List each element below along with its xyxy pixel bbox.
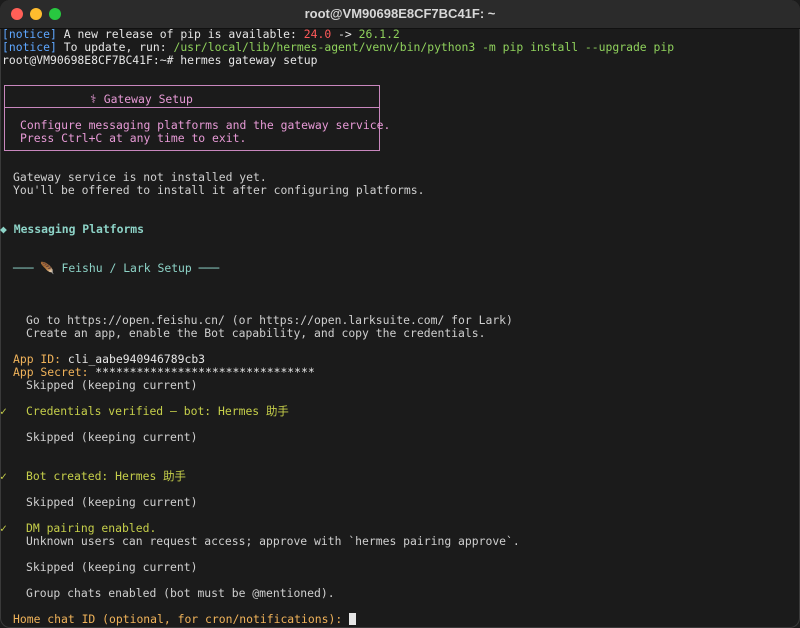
banner-line-2: Press Ctrl+C at any time to exit. bbox=[20, 131, 247, 145]
home-chat-prompt-line[interactable]: Home chat ID (optional, for cron/notific… bbox=[13, 612, 357, 626]
notice-text: A new release of pip is available: bbox=[56, 27, 304, 41]
terminal-output[interactable]: [notice] A new release of pip is availab… bbox=[0, 28, 800, 628]
old-version: 24.0 bbox=[303, 27, 332, 41]
app-id-label: App ID: bbox=[13, 352, 62, 366]
new-version: 26.1.2 bbox=[358, 27, 400, 41]
credentials-verified-line: Credentials verified — bot: Hermes 助手 bbox=[26, 404, 289, 418]
notice-text: To update, run: bbox=[56, 40, 174, 54]
home-chat-prompt: Home chat ID (optional, for cron/notific… bbox=[13, 612, 350, 626]
banner-title: ⚕ Gateway Setup bbox=[90, 92, 193, 106]
shell-prompt-line: root@VM90698E8CF7BC41F:~# hermes gateway… bbox=[2, 53, 318, 67]
app-secret-label: App Secret: bbox=[13, 365, 89, 379]
feishu-subsection-header: ─── 🪶 Feishu / Lark Setup ─── bbox=[13, 261, 220, 275]
text-cursor[interactable] bbox=[349, 613, 357, 625]
skipped-line: Skipped (keeping current) bbox=[26, 378, 198, 392]
update-command: /usr/local/lib/hermes-agent/venv/bin/pyt… bbox=[173, 40, 675, 54]
notice-tag: [notice] bbox=[2, 40, 57, 54]
status-line-2: You'll be offered to install it after co… bbox=[13, 183, 425, 197]
version-arrow: -> bbox=[331, 27, 359, 41]
notice-tag: [notice] bbox=[2, 27, 57, 41]
check-icon: ✓ bbox=[0, 521, 7, 535]
dm-pairing-detail-line: Unknown users can request access; approv… bbox=[26, 534, 520, 548]
bot-created-line: Bot created: Hermes 助手 bbox=[26, 469, 186, 483]
skipped-line: Skipped (keeping current) bbox=[26, 495, 198, 509]
group-chats-line: Group chats enabled (bot must be @mentio… bbox=[26, 586, 335, 600]
title-bar: root@VM90698E8CF7BC41F: ~ bbox=[0, 0, 800, 29]
check-icon: ✓ bbox=[0, 404, 7, 418]
skipped-line: Skipped (keeping current) bbox=[26, 430, 198, 444]
terminal-window: root@VM90698E8CF7BC41F: ~ [notice] A new… bbox=[0, 0, 800, 628]
banner-divider bbox=[4, 107, 380, 108]
app-id-value: cli_aabe940946789cb3 bbox=[61, 352, 206, 366]
window-title: root@VM90698E8CF7BC41F: ~ bbox=[304, 6, 496, 21]
skipped-line: Skipped (keeping current) bbox=[26, 560, 198, 574]
check-icon: ✓ bbox=[0, 469, 7, 483]
instruction-line-2: Create an app, enable the Bot capability… bbox=[26, 326, 486, 340]
section-header: ◆ Messaging Platforms bbox=[0, 222, 145, 236]
app-secret-value: ******************************** bbox=[88, 365, 315, 379]
